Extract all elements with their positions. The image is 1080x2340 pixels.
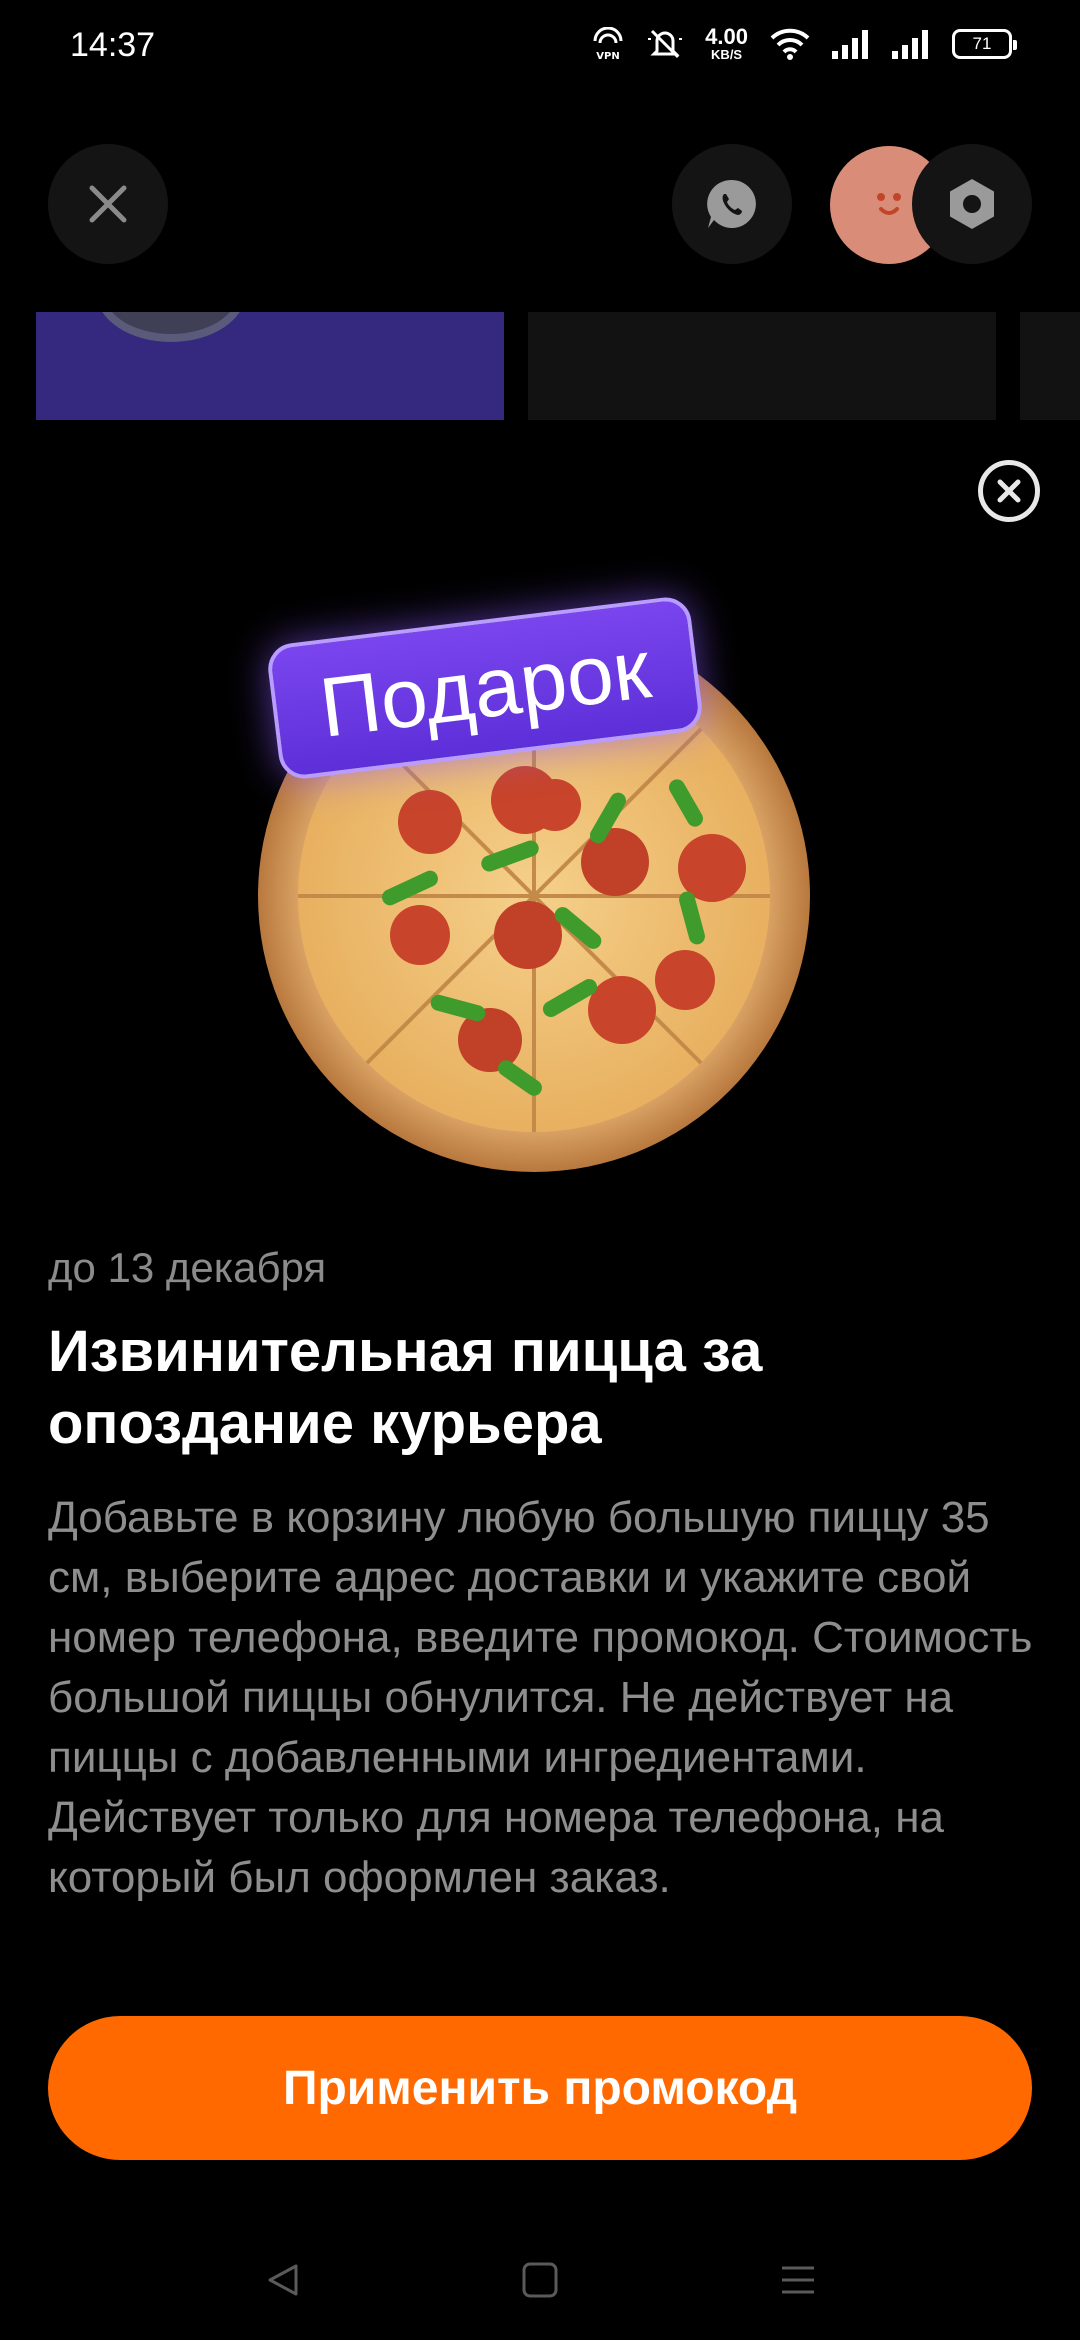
- status-bar: 14:37 VPN 4.00 KB/S 71: [0, 0, 1080, 96]
- battery-icon: 71: [952, 28, 1017, 59]
- close-icon: [997, 479, 1021, 503]
- signal-icon-2: [892, 29, 930, 59]
- chat-button[interactable]: [672, 144, 792, 264]
- net-speed-value: 4.00: [705, 24, 748, 49]
- promo-description: Добавьте в корзину любую большую пиццу 3…: [48, 1493, 1033, 1902]
- screen: 14:37 VPN 4.00 KB/S 71 Подарок до 13 дек…: [0, 0, 1080, 2340]
- back-button[interactable]: [252, 2250, 312, 2310]
- avatar-face-icon: [877, 193, 901, 215]
- story-card[interactable]: [36, 312, 504, 420]
- close-icon: [89, 185, 127, 223]
- story-image: [96, 312, 246, 342]
- settings-button[interactable]: [912, 144, 1032, 264]
- whatsapp-icon: [707, 179, 756, 228]
- vpn-label: VPN: [596, 51, 619, 61]
- apply-promocode-button[interactable]: Применить промокод: [48, 2016, 1032, 2160]
- status-time: 14:37: [70, 26, 156, 64]
- battery-level: 71: [972, 33, 992, 53]
- home-button[interactable]: [510, 2250, 570, 2310]
- vpn-icon: VPN: [591, 26, 625, 61]
- promo-title: Извинительная пицца за опоздание курьера: [48, 1319, 763, 1456]
- signal-icon-1: [832, 29, 870, 59]
- promo-deadline: до 13 декабря: [48, 1244, 327, 1291]
- system-nav-bar: [0, 2220, 1080, 2340]
- net-speed: 4.00 KB/S: [705, 24, 748, 62]
- sheet-close-button[interactable]: [978, 460, 1040, 522]
- wifi-icon: [770, 28, 810, 60]
- story-card[interactable]: [528, 312, 996, 420]
- net-speed-unit: KB/S: [711, 47, 743, 62]
- menu-icon: [782, 2266, 814, 2294]
- status-icons: VPN 4.00 KB/S 71: [591, 24, 1017, 62]
- recents-button[interactable]: [768, 2250, 828, 2310]
- home-icon: [522, 2262, 558, 2298]
- mute-icon: [647, 27, 683, 61]
- back-icon: [268, 2264, 298, 2296]
- settings-icon: [950, 179, 994, 229]
- story-card[interactable]: [1020, 312, 1080, 420]
- close-button[interactable]: [48, 144, 168, 264]
